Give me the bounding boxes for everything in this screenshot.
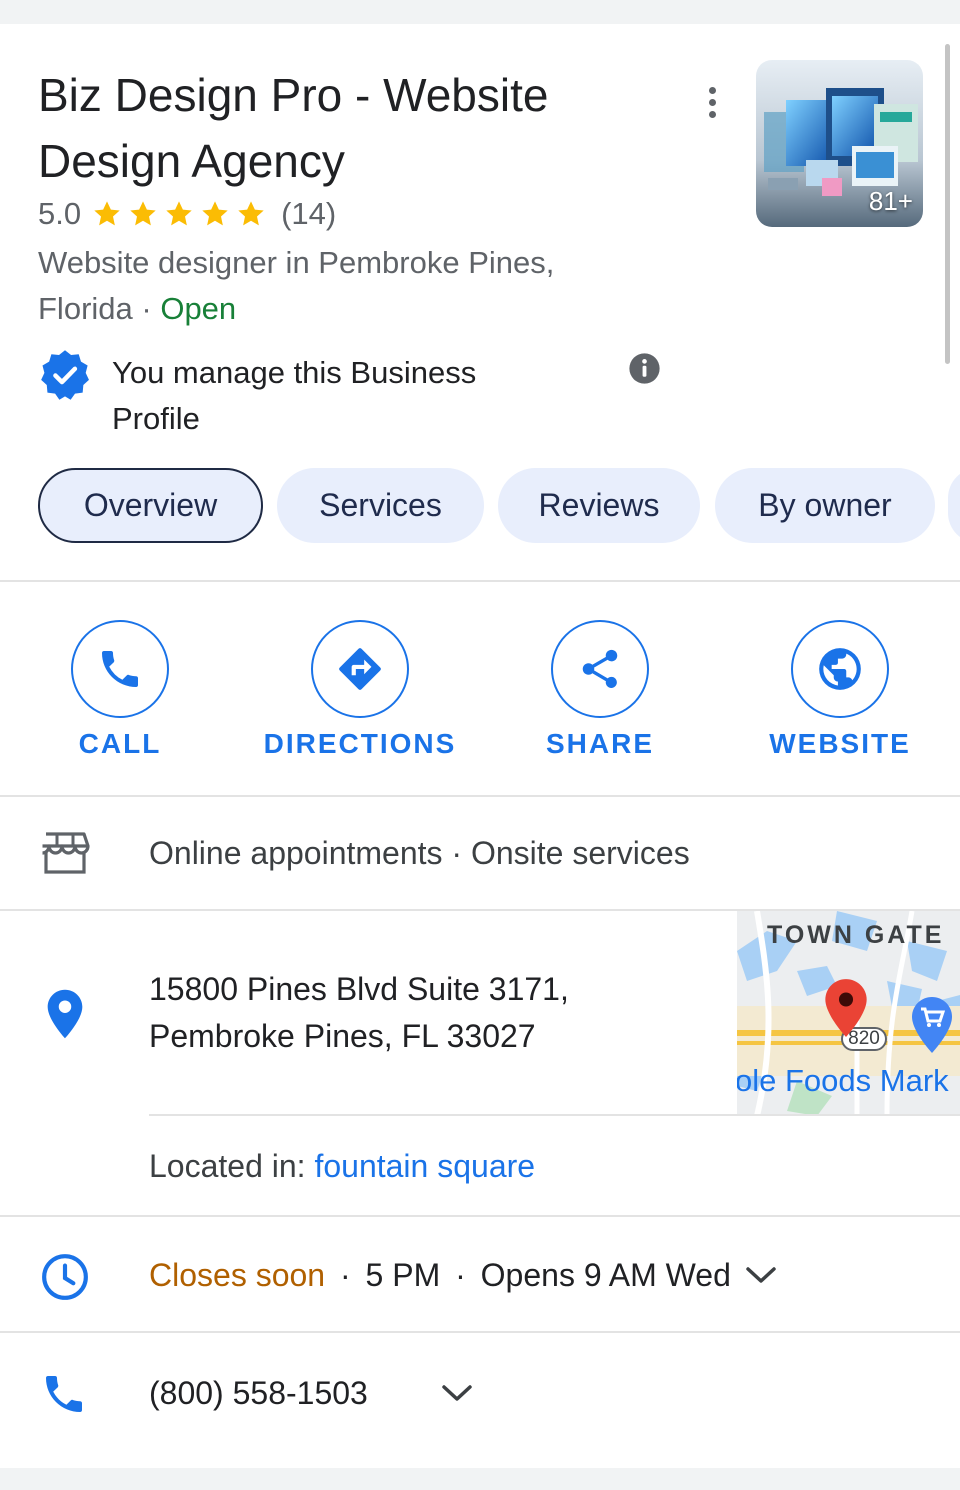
located-in: Located in: fountain square: [149, 1143, 535, 1190]
globe-icon: [819, 648, 861, 690]
more-options-button[interactable]: [694, 82, 730, 122]
hours-summary[interactable]: Closes soon · 5 PM · Opens 9 AM Wed: [149, 1252, 731, 1299]
phone-icon: [46, 1376, 82, 1412]
business-name: Biz Design Pro - Website Design Agency: [38, 69, 549, 187]
photos-thumbnail[interactable]: 81+: [756, 60, 923, 227]
more-dot-icon: [708, 86, 716, 94]
chevron-down-icon[interactable]: [744, 1262, 778, 1288]
photo-count: 81+: [868, 186, 913, 216]
manage-profile-text: You manage this Business Profile: [112, 355, 477, 436]
star-rating: [91, 198, 271, 230]
call-label: CALL: [78, 728, 162, 759]
website-action-button[interactable]: WEBSITE: [740, 620, 940, 770]
rating-value: 5.0: [38, 196, 82, 231]
tab-reviews[interactable]: Reviews: [498, 468, 700, 543]
divider: [737, 1114, 960, 1116]
divider: [149, 1114, 737, 1116]
chevron-down-icon[interactable]: [440, 1380, 474, 1406]
clock-icon: [42, 1254, 88, 1300]
map-poi-label: ole Foods Mark: [737, 1063, 949, 1098]
divider: [0, 580, 960, 582]
info-icon[interactable]: [628, 352, 661, 385]
storefront-icon: [42, 832, 90, 874]
website-circle: [791, 620, 889, 718]
phone-icon: [102, 651, 138, 687]
category-text: Website designer in Pembroke Pines, Flor…: [38, 245, 555, 326]
separator-dot: ·: [132, 291, 161, 326]
located-in-label: Located in:: [149, 1148, 315, 1184]
verified-badge-icon: [41, 350, 89, 400]
next-open-time: Opens 9 AM Wed: [480, 1257, 731, 1293]
share-icon: [582, 649, 618, 688]
directions-action-button[interactable]: DIRECTIONS: [260, 620, 460, 770]
share-label: SHARE: [545, 728, 654, 759]
map-area-label: TOWN GATE: [767, 921, 945, 949]
rating-row[interactable]: 5.0 (14): [38, 194, 336, 234]
call-circle: [71, 620, 169, 718]
share-circle: [551, 620, 649, 718]
service-options-text: Online appointments · Onsite services: [149, 835, 690, 871]
open-status: Open: [160, 291, 237, 326]
address-line-2: Pembroke Pines, FL 33027: [149, 1018, 536, 1054]
star-icon: [94, 201, 120, 226]
divider: [0, 795, 960, 797]
location-pin-icon: [47, 989, 83, 1039]
call-action-button[interactable]: CALL: [20, 620, 220, 770]
address-block[interactable]: 15800 Pines Blvd Suite 3171, Pembroke Pi…: [149, 966, 719, 1060]
hours-dot: ·: [455, 1257, 466, 1293]
tab-overview[interactable]: Overview: [38, 468, 263, 543]
close-time: 5 PM: [365, 1257, 441, 1293]
category-line: Website designer in Pembroke Pines, Flor…: [38, 240, 638, 332]
divider: [0, 1215, 960, 1217]
located-in-link[interactable]: fountain square: [314, 1148, 535, 1184]
tab-more-partial[interactable]: [948, 468, 960, 543]
hours-dot: ·: [339, 1257, 351, 1293]
star-icon: [130, 201, 156, 226]
more-dot-icon: [708, 98, 716, 106]
scrollbar[interactable]: [945, 44, 950, 364]
address-line-1: 15800 Pines Blvd Suite 3171,: [149, 971, 569, 1007]
divider: [0, 1331, 960, 1333]
share-action-button[interactable]: SHARE: [500, 620, 700, 770]
closes-soon-status: Closes soon: [149, 1257, 326, 1293]
phone-number[interactable]: (800) 558-1503: [149, 1370, 368, 1417]
directions-circle: [311, 620, 409, 718]
star-icon: [166, 201, 192, 226]
tab-services[interactable]: Services: [277, 468, 484, 543]
directions-icon: [339, 648, 381, 690]
star-icon: [238, 201, 264, 226]
directions-label: DIRECTIONS: [263, 728, 457, 759]
map-marker-icon: [825, 979, 867, 1037]
website-label: WEBSITE: [769, 728, 911, 759]
shopping-cart-icon: [912, 997, 952, 1053]
top-strip: [0, 0, 960, 24]
tab-by-owner[interactable]: By owner: [715, 468, 935, 543]
map-thumbnail[interactable]: TOWN GATE 820 ole Foods Mark: [737, 911, 960, 1116]
star-icon: [202, 201, 228, 226]
review-count: (14): [281, 196, 337, 231]
more-dot-icon: [708, 110, 716, 118]
bottom-strip: [0, 1468, 960, 1490]
